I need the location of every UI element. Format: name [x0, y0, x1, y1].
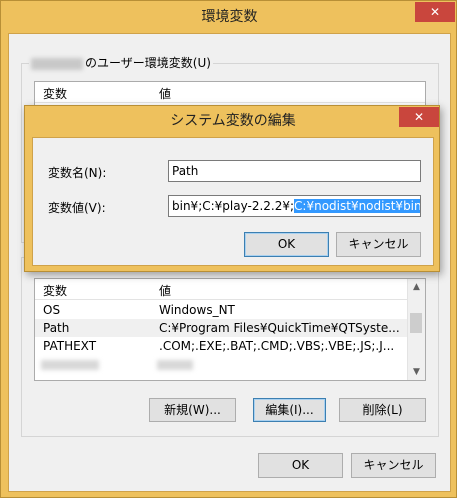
row-value: C:¥Program Files¥QuickTime¥QTSyste... — [159, 321, 400, 335]
system-env-list[interactable]: 変数 値 OS Windows_NT Path C:¥Program Files… — [34, 278, 426, 381]
dialog-title: システム変数の編集 — [170, 113, 296, 129]
scroll-down-icon[interactable]: ▼ — [408, 364, 425, 380]
variable-name-input[interactable]: Path — [168, 160, 421, 182]
edit-button[interactable]: 編集(I)... — [253, 398, 326, 422]
row-variable: OS — [43, 303, 61, 317]
delete-button[interactable]: 削除(L) — [339, 398, 426, 422]
value-plain-text: bin¥;C:¥play-2.2.2¥; — [172, 199, 295, 213]
user-col-value[interactable]: 値 — [159, 85, 171, 102]
dialog-ok-button[interactable]: OK — [244, 232, 329, 257]
edit-variable-dialog: システム変数の編集 ✕ 変数名(N): Path 変数値(V): bin¥;C:… — [24, 105, 440, 272]
value-selected-text: C:¥nodist¥nodist¥bin; — [294, 199, 420, 213]
blurred-username — [31, 57, 83, 70]
scroll-thumb[interactable] — [410, 313, 422, 333]
window-cancel-button[interactable]: キャンセル — [351, 453, 436, 478]
row-value: Windows_NT — [159, 303, 235, 317]
row-variable: PATHEXT — [43, 339, 97, 353]
system-col-value[interactable]: 値 — [159, 282, 171, 299]
list-scrollbar[interactable]: ▲ ▼ — [407, 279, 425, 380]
blurred-value — [157, 360, 193, 370]
user-list-header: 変数 値 — [35, 82, 425, 103]
user-env-label: のユーザー環境変数(U) — [29, 54, 213, 71]
close-icon: ✕ — [413, 110, 425, 124]
row-variable: Path — [43, 321, 70, 335]
table-row[interactable]: OS Windows_NT — [35, 301, 408, 319]
system-col-variable[interactable]: 変数 — [43, 282, 67, 299]
window-ok-button[interactable]: OK — [258, 453, 343, 478]
window-close-button[interactable]: ✕ — [415, 2, 455, 22]
table-row-blurred[interactable] — [35, 356, 408, 374]
blurred-variable — [41, 360, 99, 370]
dialog-client-area: 変数名(N): Path 変数値(V): bin¥;C:¥play-2.2.2¥… — [32, 137, 434, 266]
scroll-up-icon[interactable]: ▲ — [408, 279, 425, 295]
window-title: 環境変数 — [201, 9, 258, 25]
dialog-cancel-button[interactable]: キャンセル — [336, 232, 421, 257]
row-value: .COM;.EXE;.BAT;.CMD;.VBS;.VBE;.JS;.J... — [159, 339, 395, 353]
table-row[interactable]: PATHEXT .COM;.EXE;.BAT;.CMD;.VBS;.VBE;.J… — [35, 337, 408, 355]
variable-value-input[interactable]: bin¥;C:¥play-2.2.2¥;C:¥nodist¥nodist¥bin… — [168, 195, 421, 217]
system-list-header: 変数 値 — [35, 279, 408, 300]
variable-name-label: 変数名(N): — [48, 166, 107, 180]
dialog-close-button[interactable]: ✕ — [399, 107, 439, 127]
user-col-variable[interactable]: 変数 — [43, 85, 67, 102]
new-button[interactable]: 新規(W)... — [149, 398, 236, 422]
close-icon: ✕ — [429, 5, 441, 19]
variable-value-label: 変数値(V): — [48, 201, 106, 215]
table-row[interactable]: Path C:¥Program Files¥QuickTime¥QTSyste.… — [35, 319, 408, 337]
